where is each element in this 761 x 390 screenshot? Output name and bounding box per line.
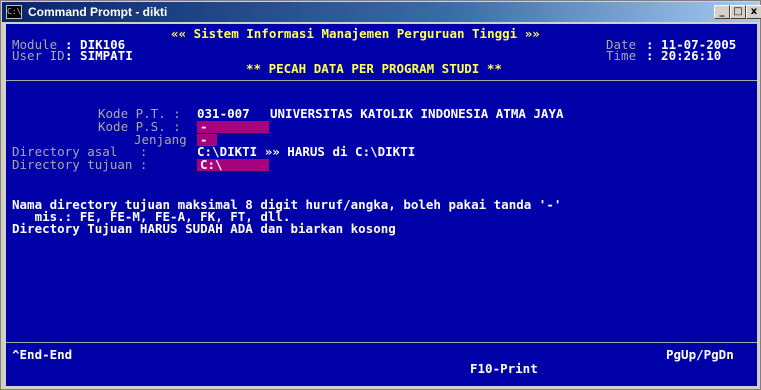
console-area[interactable]: «« Sistem Informasi Manajemen Perguruan … [6,24,757,386]
system-title: «« Sistem Informasi Manajemen Perguruan … [171,26,540,41]
user-id-value: : SIMPATI [65,48,133,63]
dir-tujuan-value: C:\ [200,157,223,172]
dir-tujuan-label: Directory tujuan : [12,157,148,172]
institution-name: UNIVERSITAS KATOLIK INDONESIA ATMA JAYA [270,106,564,121]
window-title: Command Prompt - dikti [28,5,168,19]
kode-ps-field[interactable] [197,121,269,133]
time-value: : 20:26:10 [646,48,722,63]
screen-title: ** PECAH DATA PER PROGRAM STUDI ** [246,61,502,76]
user-id-label: User ID [12,48,65,63]
command-prompt-window: C:\ Command Prompt - dikti _ □ x «« Sist… [0,0,761,390]
minimize-button[interactable]: _ [714,5,730,19]
dir-asal-value: C:\DIKTI »» HARUS di C:\DIKTI [197,144,416,159]
footer-divider [6,342,757,343]
header-divider [6,80,757,81]
maximize-button[interactable]: □ [730,5,746,19]
title-bar[interactable]: C:\ Command Prompt - dikti _ □ x [2,2,761,22]
note-line-3: Directory Tujuan HARUS SUDAH ADA dan bia… [12,221,396,236]
time-label: Time [606,48,637,63]
console-icon[interactable]: C:\ [6,5,22,19]
page-hint: PgUp/PgDn [666,347,734,362]
close-button[interactable]: x [746,5,761,19]
print-hint: F10-Print [470,361,538,376]
end-hint: ^End-End [12,347,73,362]
